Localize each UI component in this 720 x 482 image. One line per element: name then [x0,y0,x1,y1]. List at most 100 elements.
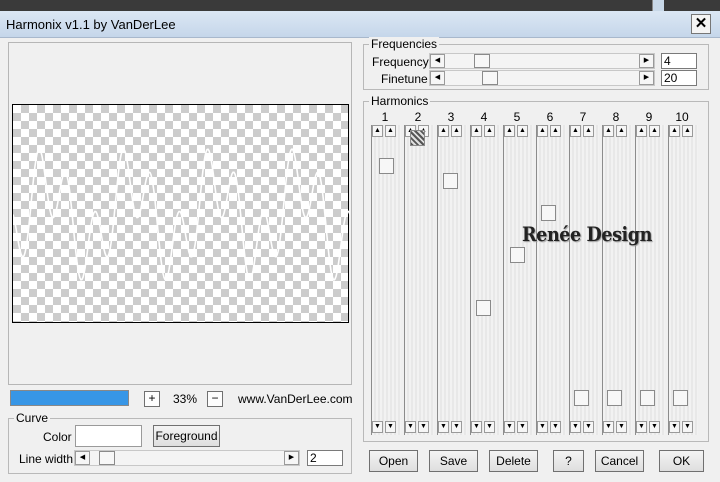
harmonic-slider[interactable]: ▲▲ ▼▼ [536,125,566,435]
arrow-down-icon[interactable]: ▼ [451,421,462,433]
arrow-down-icon[interactable]: ▼ [405,421,416,433]
close-button[interactable]: ✕ [691,14,711,34]
harmonic-number: 3 [447,110,455,124]
arrow-down-icon[interactable]: ▼ [385,421,396,433]
slider-thumb[interactable] [541,205,556,221]
arrow-up-icon[interactable]: ▲ [484,125,495,137]
slider-thumb[interactable] [476,300,491,316]
slider-thumb[interactable] [482,71,498,85]
slider-thumb[interactable] [379,158,394,174]
arrow-right-icon[interactable]: ▶ [639,71,654,85]
website-link[interactable]: www.VanDerLee.com [238,392,353,406]
arrow-down-icon[interactable]: ▼ [570,421,581,433]
arrow-down-icon[interactable]: ▼ [484,421,495,433]
arrow-up-icon[interactable]: ▲ [603,125,614,137]
arrow-down-icon[interactable]: ▼ [372,421,383,433]
harmonic-slider[interactable]: ▲▲ ▼▼ [569,125,599,435]
delete-button[interactable]: Delete [489,450,538,472]
line-width-slider[interactable]: ◀ ▶ [74,450,300,466]
harmonic-number: 2 [414,110,422,124]
finetune-slider[interactable]: ◀ ▶ [429,70,655,86]
harmonic-column: 3 ▲ ▲ ▼ ▼ [435,110,467,436]
frequency-input[interactable]: 4 [661,53,697,69]
arrow-right-icon[interactable]: ▶ [284,451,299,465]
arrow-up-icon[interactable]: ▲ [471,125,482,137]
arrow-down-icon[interactable]: ▼ [583,421,594,433]
harmonic-column: 6 ▲ ▲ ▼ ▼ [534,110,566,436]
arrow-down-icon[interactable]: ▼ [504,421,515,433]
preview-canvas [12,104,350,323]
slider-thumb[interactable] [673,390,688,406]
arrow-left-icon[interactable]: ◀ [430,71,445,85]
slider-thumb[interactable] [99,451,115,465]
harmonic-slider[interactable]: ▲▲ ▼▼ [470,125,500,435]
arrow-down-icon[interactable]: ▼ [649,421,660,433]
arrow-left-icon[interactable]: ◀ [75,451,90,465]
arrow-up-icon[interactable]: ▲ [550,125,561,137]
finetune-input[interactable]: 20 [661,70,697,86]
arrow-up-icon[interactable]: ▲ [570,125,581,137]
arrow-left-icon[interactable]: ◀ [430,54,445,68]
arrow-down-icon[interactable]: ▼ [550,421,561,433]
progress-fill [11,391,128,405]
arrow-down-icon[interactable]: ▼ [418,421,429,433]
arrow-up-icon[interactable]: ▲ [537,125,548,137]
arrow-up-icon[interactable]: ▲ [372,125,383,137]
zoom-in-button[interactable]: + [144,391,160,407]
line-width-input[interactable]: 2 [307,450,343,466]
save-button[interactable]: Save [429,450,478,472]
zoom-level: 33% [173,392,198,406]
color-swatch[interactable] [75,425,142,447]
arrow-down-icon[interactable]: ▼ [603,421,614,433]
slider-thumb[interactable] [443,173,458,189]
slider-thumb[interactable] [574,390,589,406]
curve-legend: Curve [14,411,51,425]
harmonic-slider[interactable]: ▲▲▼▼ [404,125,434,435]
arrow-down-icon[interactable]: ▼ [537,421,548,433]
arrow-up-icon[interactable]: ▲ [385,125,396,137]
slider-thumb[interactable] [607,390,622,406]
frequency-slider[interactable]: ◀ ▶ [429,53,655,69]
arrow-up-icon[interactable]: ▲ [583,125,594,137]
open-button[interactable]: Open [369,450,418,472]
foreground-button[interactable]: Foreground [153,425,220,447]
slider-thumb[interactable] [510,247,525,263]
arrow-up-icon[interactable]: ▲ [616,125,627,137]
harmonic-slider[interactable]: ▲▲ ▼▼ [602,125,632,435]
arrow-down-icon[interactable]: ▼ [636,421,647,433]
slider-thumb[interactable] [474,54,490,68]
arrow-down-icon[interactable]: ▼ [517,421,528,433]
arrow-up-icon[interactable]: ▲ [669,125,680,137]
arrow-down-icon[interactable]: ▼ [616,421,627,433]
arrow-down-icon[interactable]: ▼ [669,421,680,433]
slider-thumb[interactable] [410,130,425,146]
harmonic-number: 7 [579,110,587,124]
ok-button[interactable]: OK [659,450,704,472]
arrow-down-icon[interactable]: ▼ [682,421,693,433]
harmonic-column: 9 ▲ ▲ ▼ ▼ [633,110,665,436]
line-width-label: Line width [19,452,74,466]
harmonic-slider[interactable]: ▲▲ ▼▼ [668,125,698,435]
harmonic-slider[interactable]: ▲▲ ▼▼ [371,125,401,435]
arrow-right-icon[interactable]: ▶ [639,54,654,68]
harmonic-number: 6 [546,110,554,124]
slider-thumb[interactable] [640,390,655,406]
cancel-button[interactable]: Cancel [595,450,644,472]
harmonic-slider[interactable]: ▲▲ ▼▼ [635,125,665,435]
arrow-up-icon[interactable]: ▲ [682,125,693,137]
arrow-up-icon[interactable]: ▲ [636,125,647,137]
arrow-down-icon[interactable]: ▼ [438,421,449,433]
arrow-up-icon[interactable]: ▲ [451,125,462,137]
arrow-up-icon[interactable]: ▲ [517,125,528,137]
harmonic-number: 5 [513,110,521,124]
harmonic-slider[interactable]: ▲▲ ▼▼ [437,125,467,435]
harmonic-slider[interactable]: ▲▲ ▼▼ [503,125,533,435]
arrow-down-icon[interactable]: ▼ [471,421,482,433]
arrow-up-icon[interactable]: ▲ [438,125,449,137]
window-title: Harmonix v1.1 by VanDerLee [6,17,176,32]
arrow-up-icon[interactable]: ▲ [649,125,660,137]
arrow-up-icon[interactable]: ▲ [504,125,515,137]
zoom-out-button[interactable]: − [207,391,223,407]
curve-line [13,147,350,282]
help-button[interactable]: ? [553,450,584,472]
